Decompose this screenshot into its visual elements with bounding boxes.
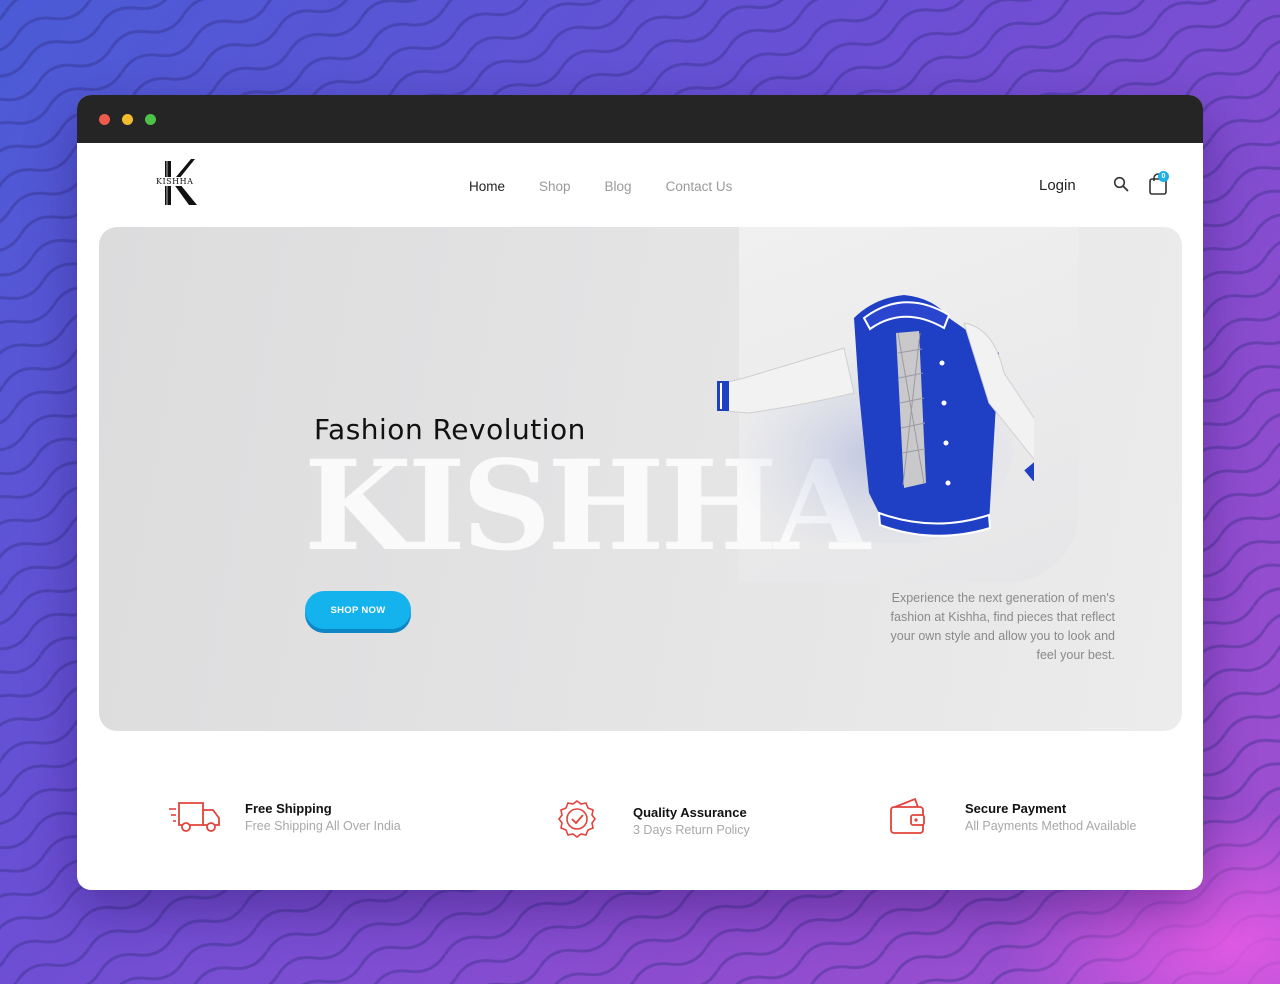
close-window-dot[interactable] — [99, 113, 110, 125]
hero-description: Experience the next generation of men's … — [890, 591, 1115, 662]
main-menu: Home Shop Blog Contact Us — [469, 179, 732, 194]
maximize-window-dot[interactable] — [145, 113, 156, 125]
feature-title: Secure Payment — [965, 801, 1067, 816]
quality-badge-icon — [558, 800, 596, 838]
nav-home[interactable]: Home — [469, 179, 505, 194]
browser-window: KISHHA Home Shop Blog Contact Us Login 0… — [77, 95, 1203, 890]
feature-description: 3 Days Return Policy — [633, 823, 750, 837]
wallet-icon — [890, 797, 925, 834]
shop-now-button[interactable]: SHOP NOW — [305, 591, 411, 629]
nav-blog[interactable]: Blog — [605, 179, 632, 194]
feature-description: All Payments Method Available — [965, 819, 1137, 833]
nav-contact-us[interactable]: Contact Us — [666, 179, 733, 194]
feature-quality-assurance: Quality Assurance 3 Days Return Policy — [555, 799, 750, 843]
truck-icon — [169, 802, 220, 832]
features-strip: Free Shipping Free Shipping All Over Ind… — [77, 795, 1203, 855]
feature-free-shipping: Free Shipping Free Shipping All Over Ind… — [167, 795, 401, 839]
feature-title: Free Shipping — [245, 801, 332, 816]
varsity-jacket-image — [714, 295, 1034, 543]
feature-title: Quality Assurance — [633, 805, 747, 820]
search-icon[interactable] — [1113, 176, 1129, 192]
site-logo[interactable]: KISHHA — [147, 155, 211, 211]
feature-description: Free Shipping All Over India — [245, 819, 401, 833]
window-titlebar — [77, 95, 1203, 143]
hero-banner: KISHHA Fashion Revolution SHOP NOW Exper… — [99, 227, 1182, 731]
minimize-window-dot[interactable] — [122, 113, 133, 125]
cart-count-badge: 0 — [1158, 171, 1169, 182]
feature-secure-payment: Secure Payment All Payments Method Avail… — [887, 795, 1136, 839]
nav-shop[interactable]: Shop — [539, 179, 571, 194]
logo-wordmark: KISHHA — [155, 177, 195, 186]
login-link[interactable]: Login — [1039, 177, 1076, 194]
site-header: KISHHA Home Shop Blog Contact Us Login — [77, 143, 1203, 227]
hero-subtitle: Fashion Revolution — [314, 413, 586, 446]
